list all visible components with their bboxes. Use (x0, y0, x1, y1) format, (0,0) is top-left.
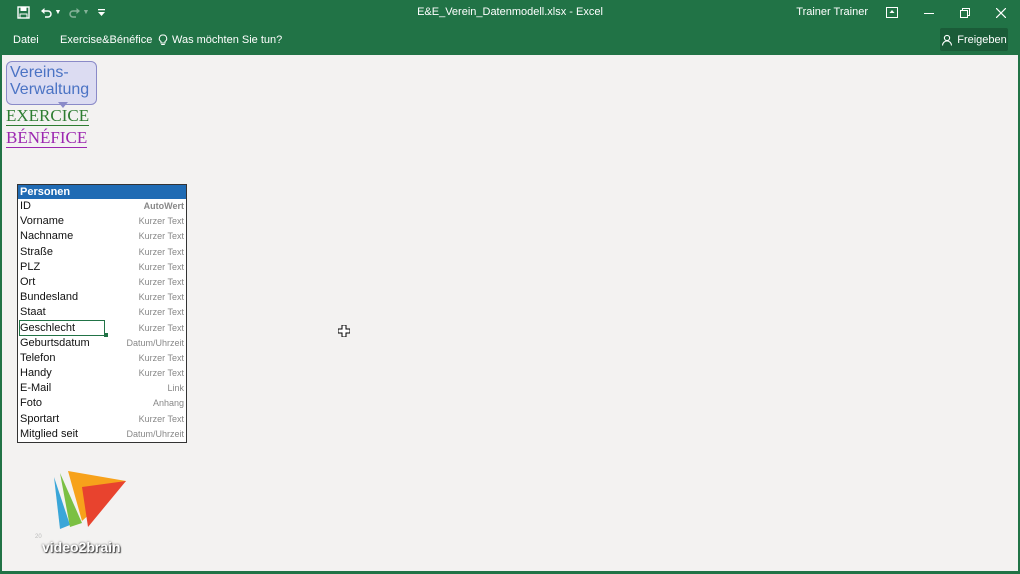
redo-icon[interactable] (66, 4, 82, 21)
title-bar: E&E_Verein_Datenmodell.xlsx - Excel ▼ ▼ … (0, 0, 1020, 25)
user-name[interactable]: Trainer Trainer (796, 0, 868, 25)
table-row[interactable]: Straße Kurzer Text (18, 245, 186, 260)
page-number: 20 (35, 534, 42, 540)
ribbon-bar: Datei Exercise&Bénéfice Was möchten Sie … (0, 25, 1020, 55)
table-row[interactable]: Staat Kurzer Text (18, 305, 186, 320)
field-type: Datum/Uhrzeit (126, 428, 184, 439)
field-name: Nachname (20, 230, 74, 243)
personen-table: Personen ID AutoWert Vorname Kurzer Text Nac… (17, 184, 187, 443)
video2brain-logo-icon (54, 471, 126, 529)
restore-icon[interactable] (956, 4, 974, 21)
logo-line1: Vereins- (10, 64, 69, 81)
field-type: Anhang (152, 398, 184, 409)
person-icon (941, 34, 953, 46)
field-type: Link (167, 383, 184, 394)
field-name: Handy (20, 367, 52, 380)
table-title: Personen (18, 185, 186, 199)
menu-exercise-benefice[interactable]: Exercise&Bénéfice (60, 25, 152, 55)
field-type: Kurzer Text (138, 368, 184, 379)
field-type: Kurzer Text (138, 261, 184, 272)
field-name: Bundesland (20, 291, 79, 304)
logo-exercice: EXERCICE (6, 106, 90, 126)
field-type: Kurzer Text (138, 292, 184, 303)
field-type: AutoWert (143, 201, 184, 211)
table-rows: ID AutoWert Vorname Kurzer Text Nachname Kurz… (18, 199, 186, 442)
field-name: Geschlecht (19, 319, 105, 336)
field-name: Sportart (20, 412, 60, 425)
ribbon-display-icon[interactable] (884, 4, 900, 21)
field-type: Kurzer Text (138, 246, 184, 257)
field-type: Kurzer Text (138, 216, 184, 227)
table-row[interactable]: Foto Anhang (18, 396, 186, 411)
close-icon[interactable] (992, 4, 1010, 21)
save-icon[interactable] (14, 4, 32, 21)
table-row[interactable]: Ort Kurzer Text (18, 275, 186, 290)
field-name: E-Mail (20, 382, 52, 395)
field-name: Staat (20, 306, 46, 319)
table-row[interactable]: Handy Kurzer Text (18, 366, 186, 381)
undo-icon[interactable] (38, 4, 54, 21)
field-name: ID (20, 200, 31, 212)
table-row[interactable]: E-Mail Link (18, 381, 186, 396)
tell-me-text: Was möchten Sie tun? (172, 34, 283, 46)
undo-dropdown-icon[interactable]: ▼ (54, 4, 62, 21)
field-name: Telefon (20, 351, 56, 364)
video2brain-text: video2brain (42, 539, 121, 555)
table-row[interactable]: Vorname Kurzer Text (18, 214, 186, 229)
table-row[interactable]: Sportart Kurzer Text (18, 412, 186, 427)
minimize-icon[interactable] (920, 4, 938, 21)
field-type: Kurzer Text (138, 307, 184, 318)
field-name: Mitglied seit (20, 427, 79, 440)
share-label: Freigeben (957, 33, 1007, 46)
table-row[interactable]: Geschlecht Kurzer Text (18, 319, 186, 337)
field-name: Geburtsdatum (20, 336, 90, 349)
tell-me-box[interactable]: Was möchten Sie tun? (158, 25, 282, 55)
table-row[interactable]: ID AutoWert (18, 199, 186, 214)
table-row[interactable]: Mitglied seit Datum/Uhrzeit (18, 427, 186, 442)
table-row[interactable]: PLZ Kurzer Text (18, 260, 186, 275)
field-name: Ort (20, 275, 36, 288)
worksheet-area[interactable]: Vereins- Verwaltung EXERCICE BÉNÉFICE Pe… (0, 55, 1020, 574)
field-type: Kurzer Text (138, 276, 184, 287)
field-name: Foto (20, 397, 43, 410)
field-name: Straße (20, 245, 54, 258)
menu-file[interactable]: Datei (13, 25, 39, 55)
table-row[interactable]: Telefon Kurzer Text (18, 351, 186, 366)
field-name: PLZ (20, 260, 41, 273)
cursor-icon (337, 324, 351, 338)
field-type: Kurzer Text (138, 322, 184, 333)
field-type: Kurzer Text (138, 231, 184, 242)
table-row[interactable]: Bundesland Kurzer Text (18, 290, 186, 305)
share-button[interactable]: Freigeben (940, 28, 1008, 51)
field-type: Kurzer Text (138, 413, 184, 424)
field-type: Kurzer Text (138, 352, 184, 363)
table-row[interactable]: Geburtsdatum Datum/Uhrzeit (18, 336, 186, 351)
logo-line2: Verwaltung (10, 81, 90, 98)
logo-benefice: BÉNÉFICE (6, 128, 88, 148)
field-name: Vorname (20, 215, 65, 228)
table-row[interactable]: Nachname Kurzer Text (18, 229, 186, 244)
lightbulb-icon (158, 34, 168, 46)
customize-qat-icon[interactable] (96, 4, 106, 21)
field-type: Datum/Uhrzeit (126, 337, 184, 348)
redo-dropdown-icon[interactable]: ▼ (82, 4, 90, 21)
